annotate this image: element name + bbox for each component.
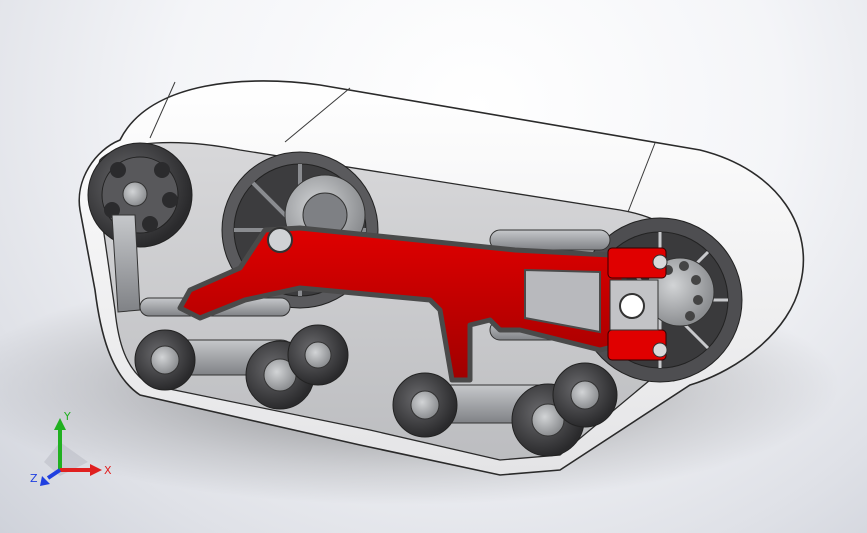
triad-z-label: Z bbox=[30, 472, 38, 485]
cad-model-tracked-chassis[interactable] bbox=[0, 0, 867, 533]
coordinate-triad: Y X Z bbox=[30, 410, 112, 486]
rear-tension-clamp[interactable] bbox=[607, 247, 668, 361]
cad-viewport[interactable]: Y X Z bbox=[0, 0, 867, 533]
triad-x-arrow bbox=[90, 464, 102, 476]
triad-y-label: Y bbox=[63, 410, 71, 423]
front-drive-sprocket[interactable] bbox=[87, 142, 193, 248]
frame-pivot[interactable] bbox=[267, 227, 293, 253]
triad-x-label: X bbox=[104, 464, 112, 477]
